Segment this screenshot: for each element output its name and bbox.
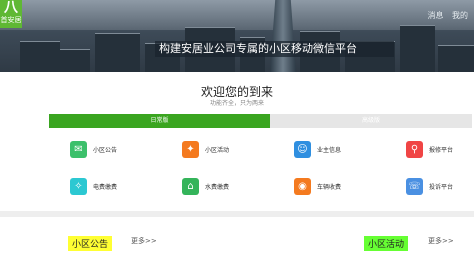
activity-more-link[interactable]: 更多>> <box>428 236 454 246</box>
notice-more-link[interactable]: 更多>> <box>131 236 157 246</box>
activity-section-title: 小区活动 <box>364 236 409 251</box>
service-electricity[interactable]: ✧ 电费缴费 <box>70 173 117 199</box>
header-banner: 八 首安居 消息 我的 构建安居业公司专属的小区移动微信平台 <box>0 0 474 72</box>
person-icon: ☺ <box>294 140 311 158</box>
logo-text: 首安居 <box>0 16 22 24</box>
notice-section-title: 小区公告 <box>68 236 113 251</box>
brand-logo[interactable]: 八 首安居 <box>0 0 22 28</box>
banner-building <box>95 33 140 72</box>
service-label: 水费缴费 <box>205 183 230 191</box>
mine-link[interactable]: 我的 <box>452 11 468 20</box>
home-icon: ⌂ <box>182 177 199 195</box>
chat-bubble-icon: ✉ <box>70 140 87 158</box>
banner-building <box>438 45 474 72</box>
megaphone-icon: ✦ <box>182 140 199 158</box>
banner-building <box>400 25 435 72</box>
lightbulb-icon: ✧ <box>70 177 87 195</box>
service-notice[interactable]: ✉ 小区公告 <box>70 136 117 162</box>
service-label: 报修平台 <box>429 146 454 154</box>
messages-link[interactable]: 消息 <box>427 11 443 20</box>
tab-daily[interactable]: 日常版 <box>49 114 270 128</box>
service-label: 小区公告 <box>93 146 118 154</box>
phone-icon: ☏ <box>406 177 423 195</box>
car-icon: ◉ <box>294 177 311 195</box>
service-activity[interactable]: ✦ 小区活动 <box>182 136 229 162</box>
top-links: 消息 我的 <box>421 10 468 21</box>
platform-title: 构建安居业公司专属的小区移动微信平台 <box>155 41 394 57</box>
service-label: 电费缴费 <box>93 183 118 191</box>
service-owner-info[interactable]: ☺ 业主信息 <box>294 136 341 162</box>
banner-building <box>60 49 90 72</box>
logo-glyph: 八 <box>4 0 18 16</box>
service-label: 车辆收费 <box>317 183 342 191</box>
service-water[interactable]: ⌂ 水费缴费 <box>182 173 229 199</box>
tab-advanced[interactable]: 高级版 <box>270 114 472 128</box>
service-label: 小区活动 <box>205 146 230 154</box>
service-grid: ✉ 小区公告 ✦ 小区活动 ☺ 业主信息 ⚲ 报修平台 ✧ 电费缴费 ⌂ 水费缴… <box>49 133 472 205</box>
service-label: 业主信息 <box>317 146 342 154</box>
section-divider <box>0 211 474 217</box>
banner-building <box>20 41 60 72</box>
search-icon: ⚲ <box>406 140 423 158</box>
service-complaint[interactable]: ☏ 投诉平台 <box>406 173 453 199</box>
service-label: 投诉平台 <box>429 183 454 191</box>
service-parking[interactable]: ◉ 车辆收费 <box>294 173 341 199</box>
welcome-subtitle: 功能齐全，只为两来 <box>209 100 264 107</box>
edition-tabs: 日常版 高级版 <box>49 114 472 128</box>
service-repair[interactable]: ⚲ 报修平台 <box>406 136 453 162</box>
